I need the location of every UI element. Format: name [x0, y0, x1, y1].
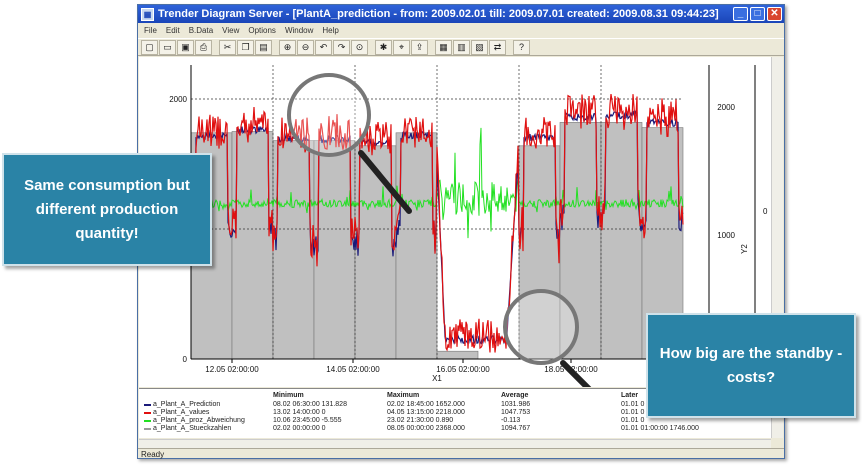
menu-file[interactable]: File [144, 26, 157, 35]
menu-window[interactable]: Window [285, 26, 313, 35]
header-minimum: Minimum [273, 392, 304, 399]
open-icon[interactable]: ▭ [159, 39, 176, 55]
zoom-back-icon[interactable]: ↶ [315, 39, 332, 55]
legend-swatch [144, 404, 151, 406]
app-icon: ▦ [141, 7, 154, 21]
header-later: Later [621, 392, 639, 399]
y1-tick-label: 0 [183, 355, 188, 364]
menu-view[interactable]: View [222, 26, 239, 35]
menu-edit[interactable]: Edit [166, 26, 180, 35]
menu-bar: File Edit B.Data View Options Window Hel… [138, 23, 784, 37]
legend-series-name: a_Plant_A_Prediction [153, 401, 221, 408]
legend-min: 10.06 23:45:00 -5.555 [273, 417, 342, 424]
help-icon[interactable]: ? [513, 39, 530, 55]
table-icon[interactable]: ▥ [453, 39, 470, 55]
legend-max: 04.05 13:15:00 2218.000 [387, 409, 465, 416]
legend-avg: -0.113 [501, 417, 521, 424]
legend-series-name: a_Plant_A_proz_Abweichung [153, 417, 245, 424]
y2-tick-label: 2000 [717, 103, 735, 112]
legend-later: 01.01 0 [621, 401, 645, 408]
legend-swatch [144, 428, 151, 430]
callout-standby-costs: How big are the standby - costs? [646, 313, 856, 418]
bar [313, 140, 356, 360]
bar [231, 131, 274, 360]
horizontal-scrollbar[interactable] [139, 439, 771, 448]
legend-later: 01.01 01:00:00 1746.000 [621, 425, 699, 432]
layout-icon[interactable]: ▧ [471, 39, 488, 55]
menu-bdata[interactable]: B.Data [189, 26, 213, 35]
paste-icon[interactable]: ▤ [255, 39, 272, 55]
toolbar: ▢ ▭ ▣ ⎙ ✂ ❐ ▤ ⊕ ⊖ ↶ ↷ ⊙ ✱ ⌖ ⇪ ▦ ▥ ▧ ⇄ ? [138, 38, 784, 56]
menu-options[interactable]: Options [248, 26, 276, 35]
zoom-in-icon[interactable]: ⊕ [279, 39, 296, 55]
transfer-icon[interactable]: ⇄ [489, 39, 506, 55]
legend-avg: 1047.753 [501, 409, 531, 416]
export-icon[interactable]: ⇪ [411, 39, 428, 55]
callout-same-consumption: Same consumption but different productio… [2, 153, 212, 266]
legend-avg: 1094.767 [501, 425, 531, 432]
window-title: Trender Diagram Server - [PlantA_predict… [158, 8, 719, 20]
y2-axis-label: Y2 [740, 244, 749, 254]
marker-icon[interactable]: ✱ [375, 39, 392, 55]
y1-tick-label: 2000 [169, 95, 187, 104]
bar [354, 145, 397, 360]
x-tick-label: 12.05 02:00:00 [205, 365, 259, 374]
zoom-out-icon[interactable]: ⊖ [297, 39, 314, 55]
menu-help[interactable]: Help [322, 26, 338, 35]
grid-icon[interactable]: ▦ [435, 39, 452, 55]
legend-min: 02.02 00:00:00 0 [273, 425, 326, 432]
zoom-reset-icon[interactable]: ↷ [333, 39, 350, 55]
header-average: Average [501, 392, 529, 399]
cut-icon[interactable]: ✂ [219, 39, 236, 55]
legend-max: 02.02 18:45:00 1652.000 [387, 401, 465, 408]
bar [600, 122, 643, 360]
legend-max: 23.02 21:30:00 0.890 [387, 417, 454, 424]
legend-max: 08.05 00:00:00 2368.000 [387, 425, 465, 432]
x-tick-label: 16.05 02:00:00 [436, 365, 490, 374]
legend-swatch [144, 412, 151, 414]
bar [436, 350, 479, 360]
legend-later: 01.01 0 [621, 417, 645, 424]
zoom-fit-icon[interactable]: ⊙ [351, 39, 368, 55]
y2-tick-label: 1000 [717, 231, 735, 240]
legend-later: 01.01 0 [621, 409, 645, 416]
legend-series-name: a_Plant_A_values [153, 409, 210, 416]
new-icon[interactable]: ▢ [141, 39, 158, 55]
bar [395, 132, 438, 360]
close-button[interactable]: ✕ [767, 7, 782, 21]
header-maximum: Maximum [387, 392, 420, 399]
crosshair-icon[interactable]: ⌖ [393, 39, 410, 55]
x-axis-label: X1 [432, 374, 442, 383]
legend-swatch [144, 420, 151, 422]
legend-avg: 1031.986 [501, 401, 531, 408]
maximize-button[interactable]: □ [750, 7, 765, 21]
print-icon[interactable]: ⎙ [195, 39, 212, 55]
legend-min: 13.02 14:00:00 0 [273, 409, 326, 416]
legend-series-name: a_Plant_A_Stueckzahlen [153, 425, 232, 432]
y3-tick-label: 0 [763, 207, 768, 216]
copy-icon[interactable]: ❐ [237, 39, 254, 55]
title-bar[interactable]: ▦ Trender Diagram Server - [PlantA_predi… [138, 5, 784, 23]
status-bar: Ready [138, 448, 784, 459]
bar [272, 140, 315, 360]
minimize-button[interactable]: _ [733, 7, 748, 21]
x-tick-label: 14.05 02:00:00 [326, 365, 380, 374]
legend-min: 08.02 06:30:00 131.828 [273, 401, 347, 408]
save-icon[interactable]: ▣ [177, 39, 194, 55]
